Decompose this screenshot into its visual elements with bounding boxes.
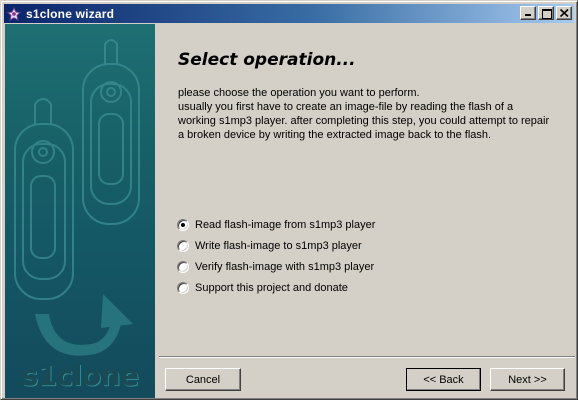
close-button[interactable] [556, 6, 572, 20]
wizard-page: Select operation... please choose the op… [155, 24, 575, 359]
title-bar[interactable]: s1clone wizard [4, 4, 574, 23]
title-buttons [520, 6, 572, 20]
maximize-button[interactable] [538, 6, 554, 20]
mp3-player-illustration [14, 39, 140, 356]
wizard-window: s1clone wizard s1clone Select operation.… [0, 0, 578, 400]
radio-write-flash[interactable] [177, 239, 189, 252]
radio-support-donate[interactable] [177, 281, 189, 294]
brand-logo-text: s1clone [21, 359, 139, 392]
description-line: working s1mp3 player. after completing t… [178, 115, 550, 127]
radio-verify-flash[interactable] [177, 260, 189, 273]
option-label[interactable]: Verify flash-image with s1mp3 player [195, 261, 374, 273]
option-verify-flash[interactable]: Verify flash-image with s1mp3 player [177, 256, 375, 277]
back-button[interactable]: << Back [406, 368, 481, 391]
option-label[interactable]: Support this project and donate [195, 282, 348, 294]
description-line: please choose the operation you want to … [178, 87, 420, 99]
description-line: a broken device by writing the extracted… [178, 129, 492, 141]
page-description: please choose the operation you want to … [178, 86, 568, 142]
option-label[interactable]: Read flash-image from s1mp3 player [195, 219, 375, 231]
page-heading: Select operation... [178, 50, 356, 70]
description-line: usually you first have to create an imag… [178, 101, 514, 113]
option-read-flash[interactable]: Read flash-image from s1mp3 player [177, 214, 375, 235]
next-button[interactable]: Next >> [490, 368, 565, 391]
cancel-button[interactable]: Cancel [165, 368, 241, 391]
button-separator [159, 356, 575, 358]
close-icon [560, 9, 569, 17]
option-write-flash[interactable]: Write flash-image to s1mp3 player [177, 235, 375, 256]
option-support-donate[interactable]: Support this project and donate [177, 277, 375, 298]
option-label[interactable]: Write flash-image to s1mp3 player [195, 240, 362, 252]
minimize-button[interactable] [520, 6, 536, 20]
window-title: s1clone wizard [26, 6, 115, 21]
operation-radio-group: Read flash-image from s1mp3 player Write… [177, 214, 375, 298]
wizard-app-icon[interactable] [6, 6, 22, 22]
wizard-banner: s1clone [5, 24, 155, 398]
radio-read-flash[interactable] [177, 218, 189, 231]
